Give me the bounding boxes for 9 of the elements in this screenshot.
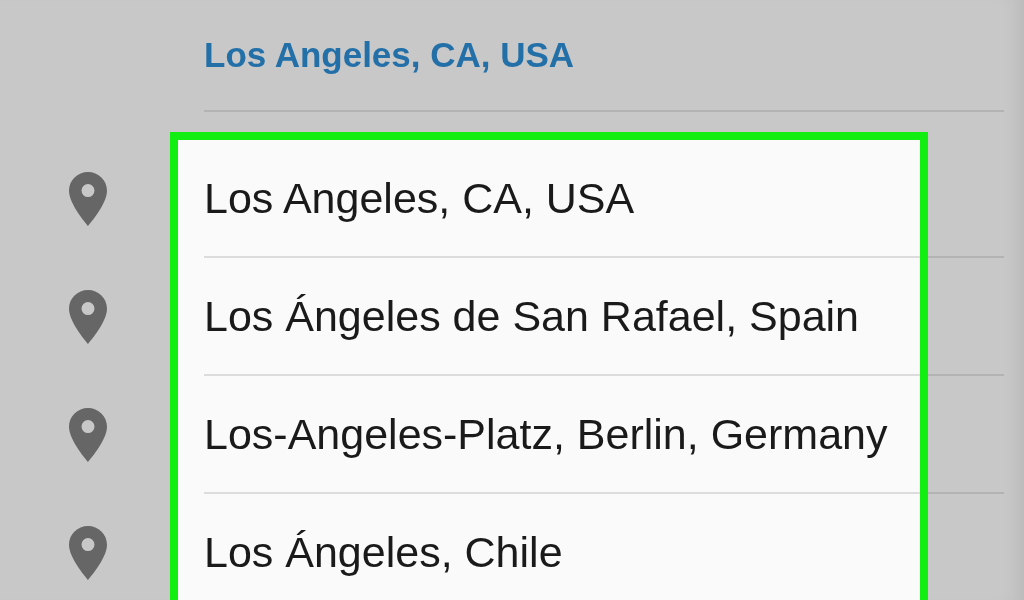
location-pin-icon <box>69 526 107 580</box>
current-location-text: Los Angeles, CA, USA <box>204 35 575 75</box>
suggestion-item[interactable]: Los Ángeles, Chile <box>204 494 920 600</box>
location-pin-icon <box>69 290 107 344</box>
suggestion-item[interactable]: Los-Angeles-Platz, Berlin, Germany <box>204 376 920 494</box>
suggestion-item[interactable]: Los Ángeles de San Rafael, Spain <box>204 258 920 376</box>
location-pin-icon <box>69 408 107 462</box>
location-pin-icon <box>69 172 107 226</box>
suggestion-item[interactable]: Los Angeles, CA, USA <box>204 140 920 258</box>
